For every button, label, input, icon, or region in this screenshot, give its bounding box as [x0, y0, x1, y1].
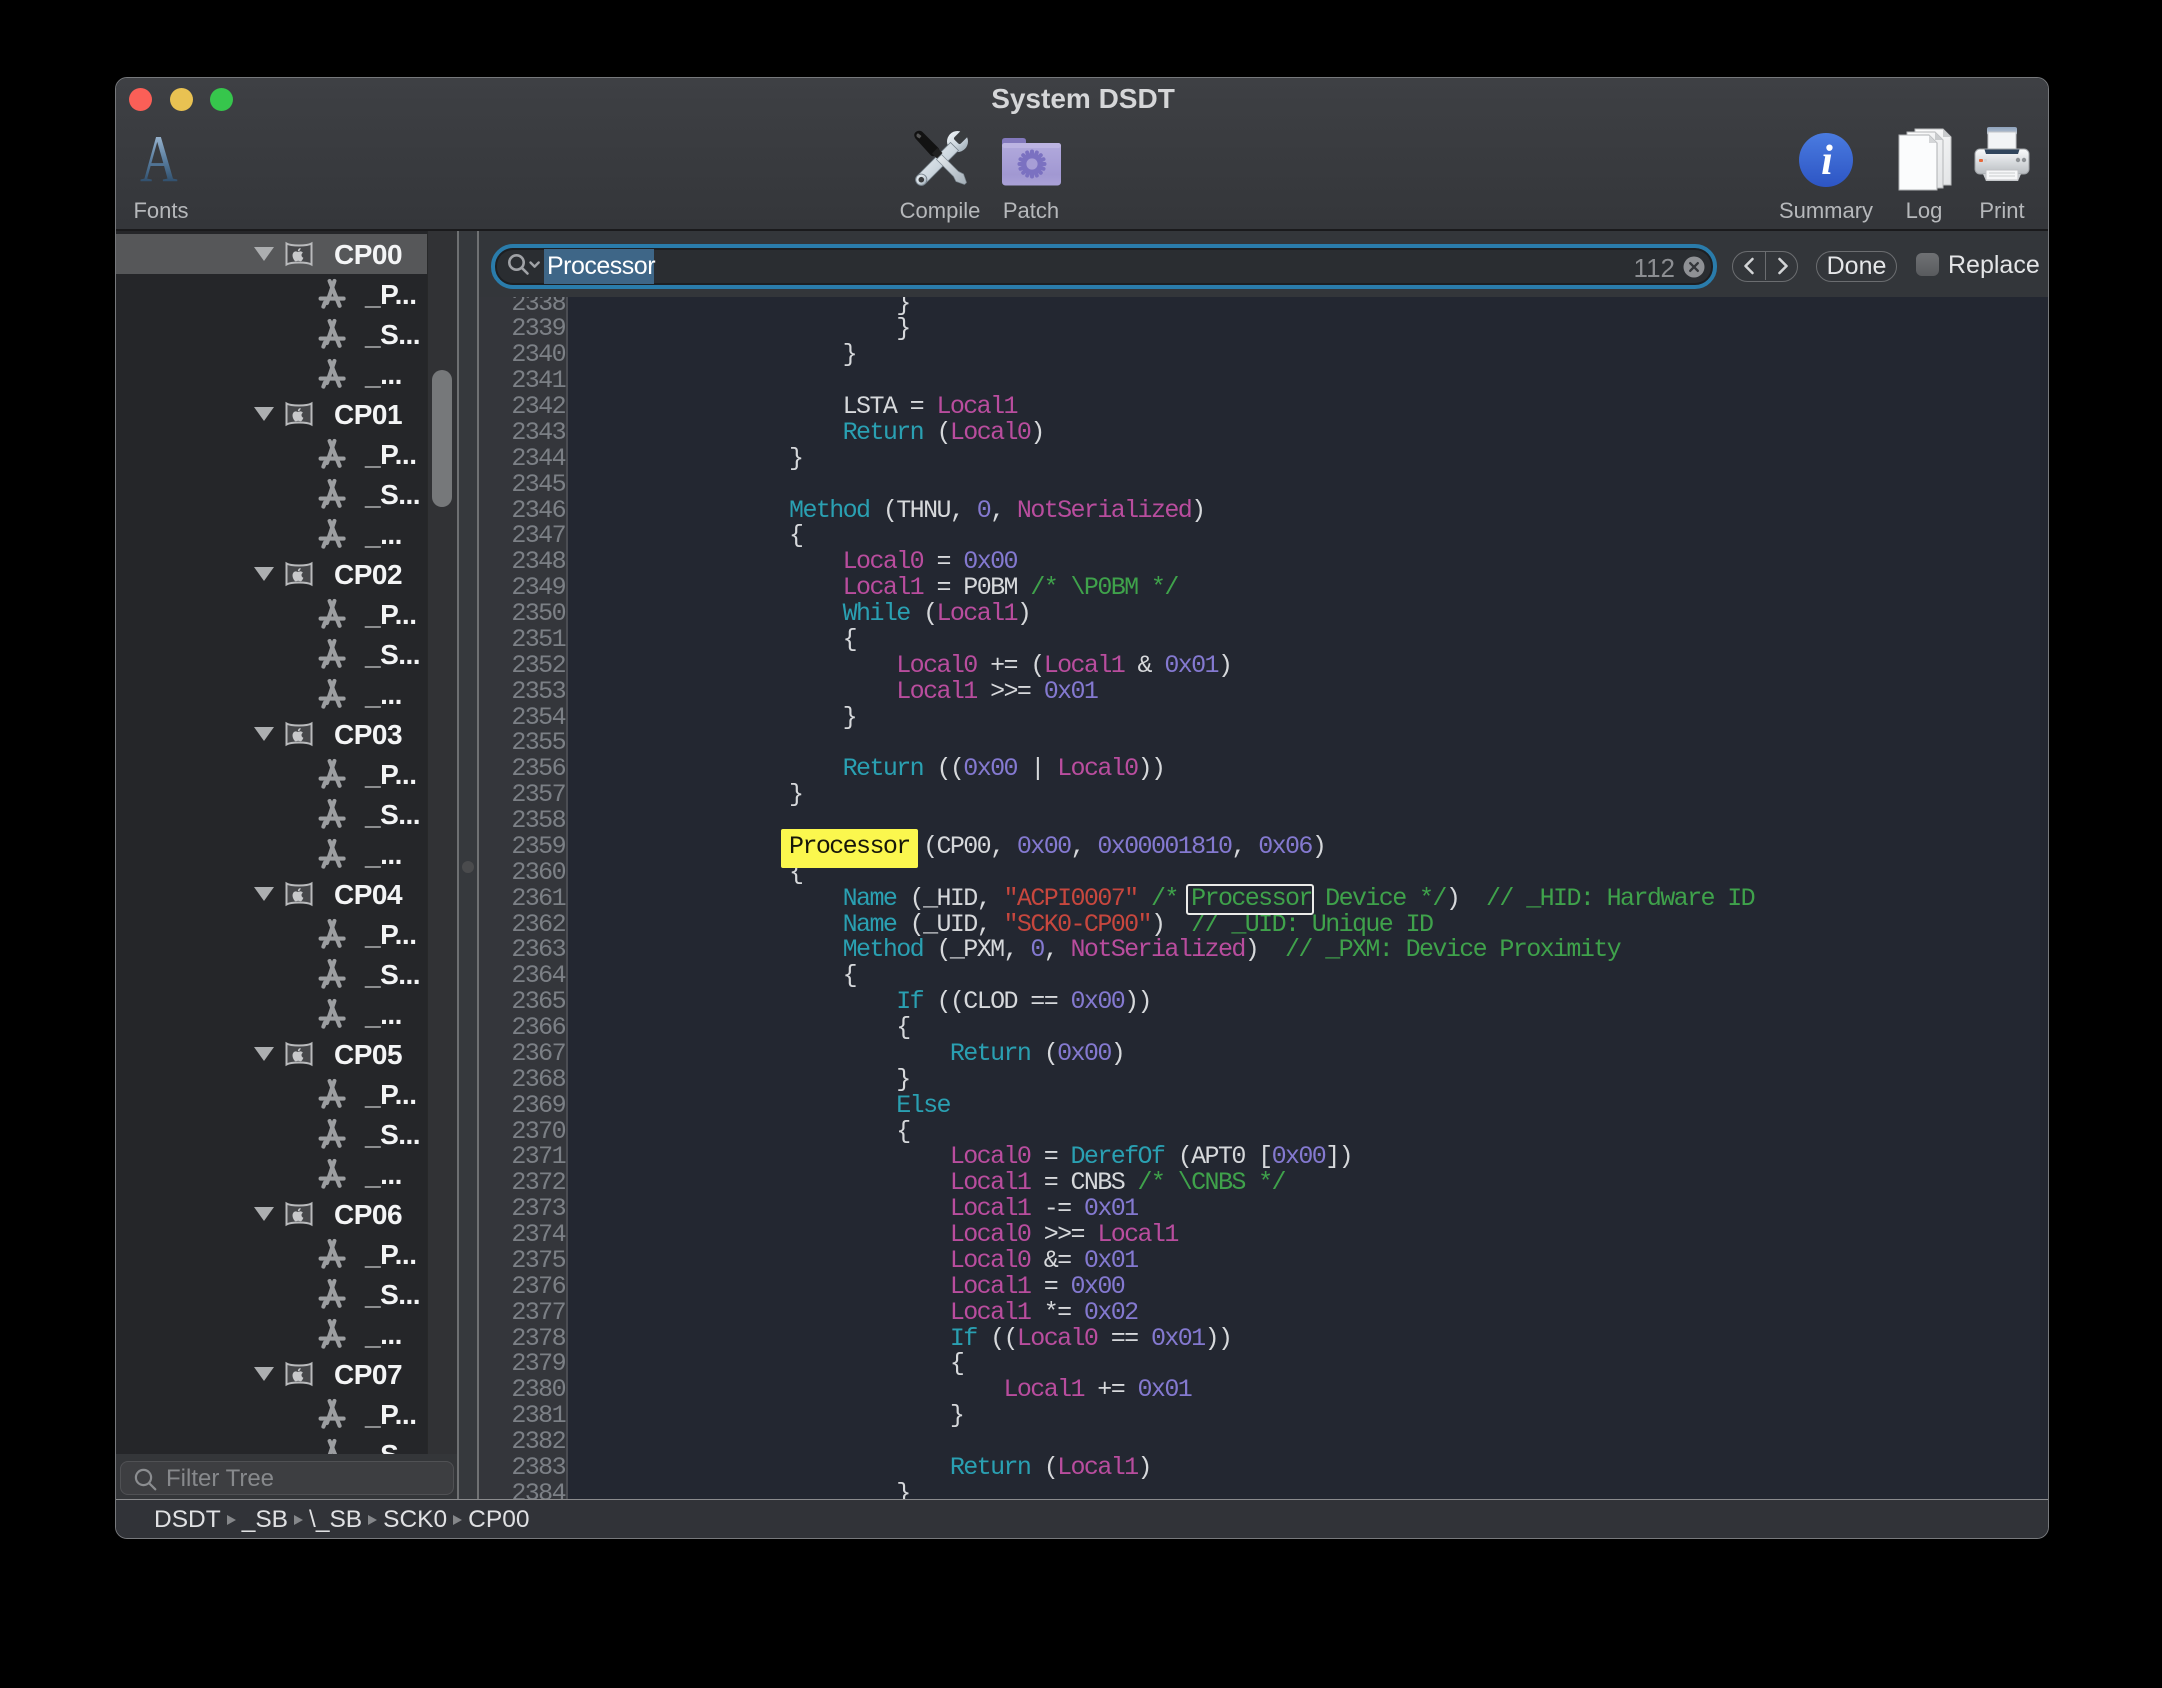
- svg-text:i: i: [1821, 138, 1833, 184]
